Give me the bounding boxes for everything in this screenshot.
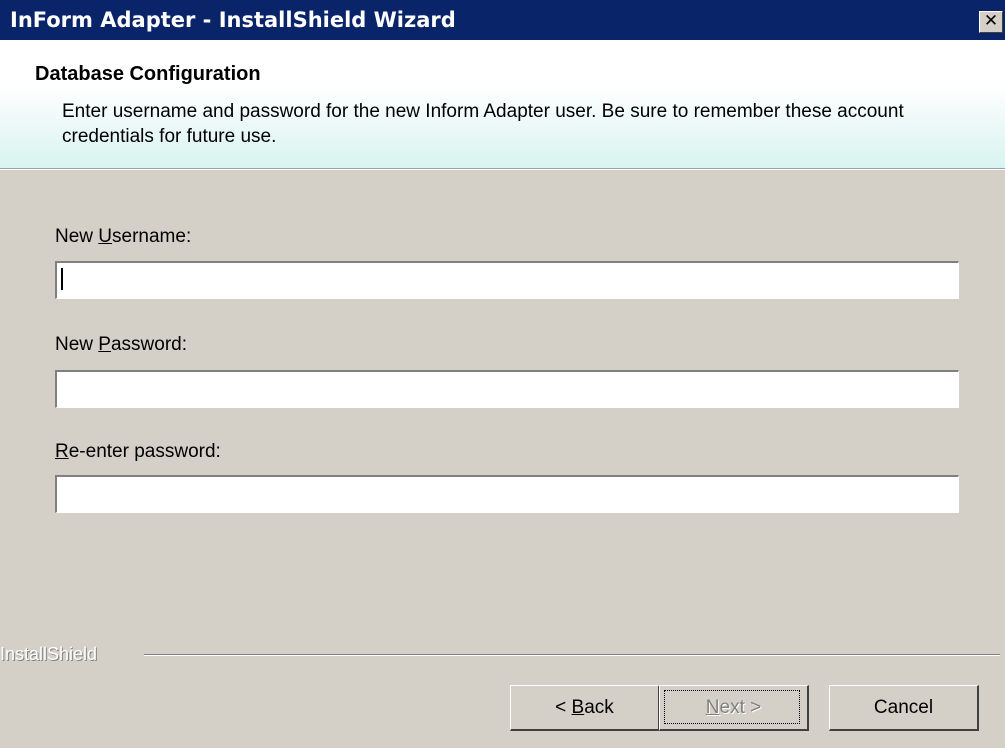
header-divider-highlight	[0, 169, 1005, 170]
password-label-accesskey: P	[98, 334, 111, 355]
page-title: Database Configuration	[35, 63, 261, 85]
text-caret	[61, 268, 63, 290]
username-label-accesskey: U	[98, 226, 113, 247]
password-label: New Password:	[55, 334, 187, 356]
back-accesskey: B	[571, 696, 585, 718]
close-button[interactable]: ✕	[979, 11, 1003, 33]
page-description: Enter username and password for the new …	[62, 101, 904, 147]
reenter-password-label: Re-enter password:	[55, 441, 221, 463]
username-input[interactable]	[54, 260, 960, 300]
password-input[interactable]	[54, 369, 960, 409]
cancel-button[interactable]: Cancel	[829, 685, 979, 731]
reenter-label-accesskey: R	[55, 441, 69, 462]
password-label-pre: New	[55, 334, 99, 355]
close-icon: ✕	[983, 11, 999, 31]
footer-divider-highlight	[144, 655, 1000, 656]
username-label-post: sername:	[112, 226, 192, 247]
username-label-pre: New	[55, 226, 99, 247]
next-focus-rect	[664, 690, 800, 724]
reenter-password-input[interactable]	[54, 474, 960, 514]
title-bar: InForm Adapter - InstallShield Wizard	[0, 0, 1005, 40]
password-label-post: assword:	[110, 334, 188, 355]
window-title: InForm Adapter - InstallShield Wizard	[10, 8, 456, 32]
back-post: ack	[584, 696, 614, 718]
username-label: New Username:	[55, 226, 191, 248]
back-pre: <	[555, 696, 572, 718]
reenter-label-post: e-enter password:	[68, 441, 221, 462]
back-button[interactable]: < Back	[510, 685, 660, 731]
installshield-brand: InstallShield	[0, 644, 98, 664]
